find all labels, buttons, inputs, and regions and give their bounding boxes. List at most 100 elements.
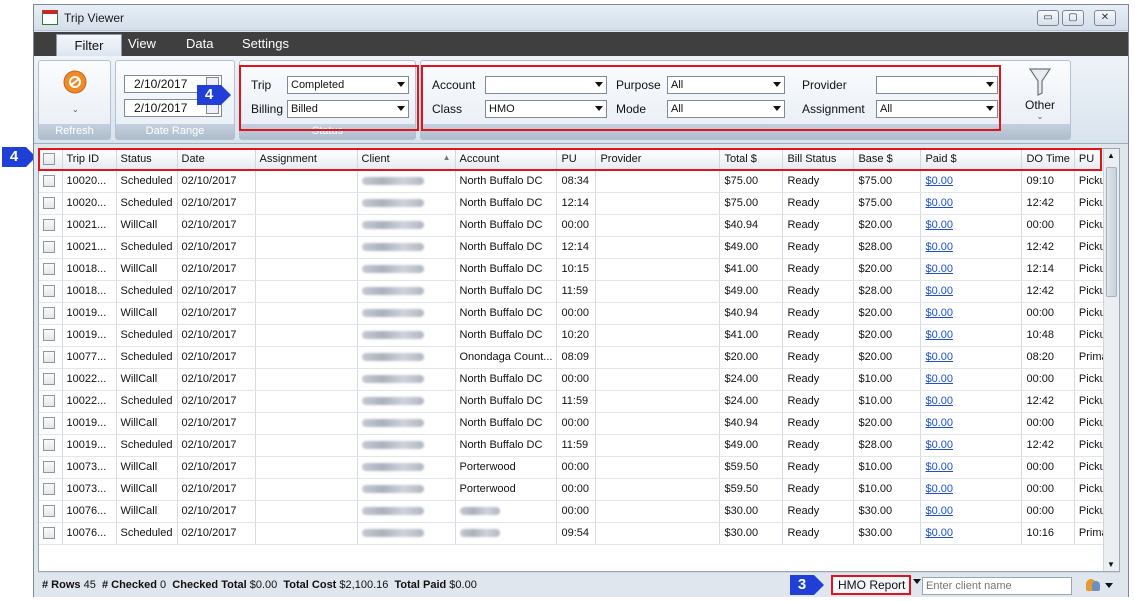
cell-paid[interactable]: $0.00 <box>920 368 1023 391</box>
cell-paid[interactable]: $0.00 <box>920 302 1023 325</box>
cell-paid[interactable]: $0.00 <box>920 324 1023 347</box>
column-header-pu[interactable]: PU <box>556 149 597 171</box>
row-checkbox[interactable] <box>39 346 63 369</box>
column-header-base[interactable]: Base $ <box>853 149 922 171</box>
cell-paid[interactable]: $0.00 <box>920 412 1023 435</box>
row-checkbox[interactable] <box>39 500 63 523</box>
cell-paid-text[interactable]: $0.00 <box>925 483 953 495</box>
column-header-assignment[interactable]: Assignment <box>255 149 358 171</box>
table-row[interactable]: 10076... WillCall 02/10/2017 00:00 $30.00 Rea… <box>39 500 1113 523</box>
table-row[interactable]: 10018... WillCall 02/10/2017 North Buffalo … <box>39 258 1113 281</box>
cell-paid-text[interactable]: $0.00 <box>925 505 953 517</box>
cell-paid-text[interactable]: $0.00 <box>925 197 953 209</box>
cell-paid-text[interactable]: $0.00 <box>925 395 953 407</box>
class-select[interactable]: HMO <box>485 100 607 118</box>
cell-paid-text[interactable]: $0.00 <box>925 241 953 253</box>
cell-paid[interactable]: $0.00 <box>920 500 1023 523</box>
assignment-select[interactable]: All <box>876 100 998 118</box>
cell-paid[interactable]: $0.00 <box>920 390 1023 413</box>
column-header-date[interactable]: Date <box>177 149 256 171</box>
row-checkbox[interactable] <box>39 192 63 215</box>
table-row[interactable]: 10019... WillCall 02/10/2017 North Buffalo … <box>39 302 1113 325</box>
refresh-button[interactable]: ⌄ <box>59 69 91 119</box>
scroll-up-arrow-icon[interactable]: ▲ <box>1107 151 1115 160</box>
table-row[interactable]: 10020... Scheduled 02/10/2017 North Buffalo… <box>39 192 1113 215</box>
cell-paid-text[interactable]: $0.00 <box>925 527 953 539</box>
table-row[interactable]: 10022... Scheduled 02/10/2017 North Buffalo… <box>39 390 1113 413</box>
cell-paid[interactable]: $0.00 <box>920 258 1023 281</box>
report-dropdown-arrow-icon[interactable] <box>913 579 921 584</box>
column-header-bill-status[interactable]: Bill Status <box>782 149 855 171</box>
table-row[interactable]: 10019... WillCall 02/10/2017 North Buffalo … <box>39 412 1113 435</box>
cell-paid-text[interactable]: $0.00 <box>925 175 953 187</box>
table-row[interactable]: 10019... Scheduled 02/10/2017 North Buffalo… <box>39 324 1113 347</box>
cell-paid-text[interactable]: $0.00 <box>925 219 953 231</box>
client-lookup-button[interactable] <box>1084 578 1114 594</box>
tab-data[interactable]: Data <box>176 32 223 56</box>
cell-paid-text[interactable]: $0.00 <box>925 461 953 473</box>
row-checkbox[interactable] <box>39 302 63 325</box>
cell-paid-text[interactable]: $0.00 <box>925 351 953 363</box>
cell-paid[interactable]: $0.00 <box>920 192 1023 215</box>
cell-paid-text[interactable]: $0.00 <box>925 285 953 297</box>
row-checkbox[interactable] <box>39 258 63 281</box>
minimize-button[interactable]: ▭ <box>1037 10 1059 26</box>
row-checkbox[interactable] <box>39 390 63 413</box>
cell-paid[interactable]: $0.00 <box>920 522 1023 545</box>
cell-paid-text[interactable]: $0.00 <box>925 417 953 429</box>
cell-paid-text[interactable]: $0.00 <box>925 439 953 451</box>
close-button[interactable]: ✕ <box>1094 10 1116 26</box>
cell-paid[interactable]: $0.00 <box>920 236 1023 259</box>
cell-paid[interactable]: $0.00 <box>920 456 1023 479</box>
hmo-report-button[interactable]: HMO Report <box>831 575 911 595</box>
row-checkbox[interactable] <box>39 214 63 237</box>
tab-settings[interactable]: Settings <box>232 32 299 56</box>
vertical-scroll-thumb[interactable] <box>1106 167 1117 297</box>
trip-status-select[interactable]: Completed <box>287 76 409 94</box>
column-header-client[interactable]: Client ▲ <box>357 149 456 171</box>
cell-paid-text[interactable]: $0.00 <box>925 329 953 341</box>
column-header-status[interactable]: Status <box>116 149 178 171</box>
column-header-provider[interactable]: Provider <box>595 149 721 171</box>
column-header-paid[interactable]: Paid $ <box>920 149 1023 171</box>
billing-status-select[interactable]: Billed <box>287 100 409 118</box>
cell-paid-text[interactable]: $0.00 <box>925 307 953 319</box>
vertical-scrollbar[interactable]: ▲ ▼ <box>1103 149 1119 571</box>
table-row[interactable]: 10020... Scheduled 02/10/2017 North Buffalo… <box>39 170 1113 193</box>
row-checkbox[interactable] <box>39 324 63 347</box>
other-button[interactable]: Other ⌄ <box>1017 65 1063 125</box>
mode-select[interactable]: All <box>667 100 785 118</box>
cell-paid[interactable]: $0.00 <box>920 346 1023 369</box>
row-checkbox[interactable] <box>39 280 63 303</box>
table-row[interactable]: 10021... Scheduled 02/10/2017 North Buffalo… <box>39 236 1113 259</box>
client-name-search-input[interactable] <box>922 577 1072 595</box>
row-checkbox[interactable] <box>39 236 63 259</box>
row-checkbox[interactable] <box>39 522 63 545</box>
maximize-button[interactable]: ▢ <box>1062 10 1084 26</box>
cell-paid-text[interactable]: $0.00 <box>925 263 953 275</box>
cell-paid[interactable]: $0.00 <box>920 280 1023 303</box>
cell-paid[interactable]: $0.00 <box>920 214 1023 237</box>
cell-paid[interactable]: $0.00 <box>920 170 1023 193</box>
row-checkbox[interactable] <box>39 368 63 391</box>
row-checkbox[interactable] <box>39 456 63 479</box>
table-row[interactable]: 10077... Scheduled 02/10/2017 Onondaga Coun… <box>39 346 1113 369</box>
row-checkbox[interactable] <box>39 478 63 501</box>
column-header-total[interactable]: Total $ <box>719 149 784 171</box>
table-row[interactable]: 10073... WillCall 02/10/2017 Porterwood 00:0… <box>39 478 1113 501</box>
column-header-do-time[interactable]: DO Time <box>1021 149 1075 171</box>
column-header-trip-id[interactable]: Trip ID <box>62 149 117 171</box>
cell-paid[interactable]: $0.00 <box>920 478 1023 501</box>
cell-paid[interactable]: $0.00 <box>920 434 1023 457</box>
row-checkbox[interactable] <box>39 434 63 457</box>
select-all-checkbox[interactable] <box>39 149 63 171</box>
column-header-account[interactable]: Account <box>455 149 558 171</box>
table-row[interactable]: 10022... WillCall 02/10/2017 North Buffalo … <box>39 368 1113 391</box>
provider-select[interactable] <box>876 76 998 94</box>
tab-filter[interactable]: Filter <box>56 34 122 57</box>
purpose-select[interactable]: All <box>667 76 785 94</box>
tab-view[interactable]: View <box>118 32 166 56</box>
row-checkbox[interactable] <box>39 170 63 193</box>
account-select[interactable] <box>485 76 607 94</box>
table-row[interactable]: 10076... Scheduled 02/10/2017 09:54 $30.00 Re… <box>39 522 1113 545</box>
